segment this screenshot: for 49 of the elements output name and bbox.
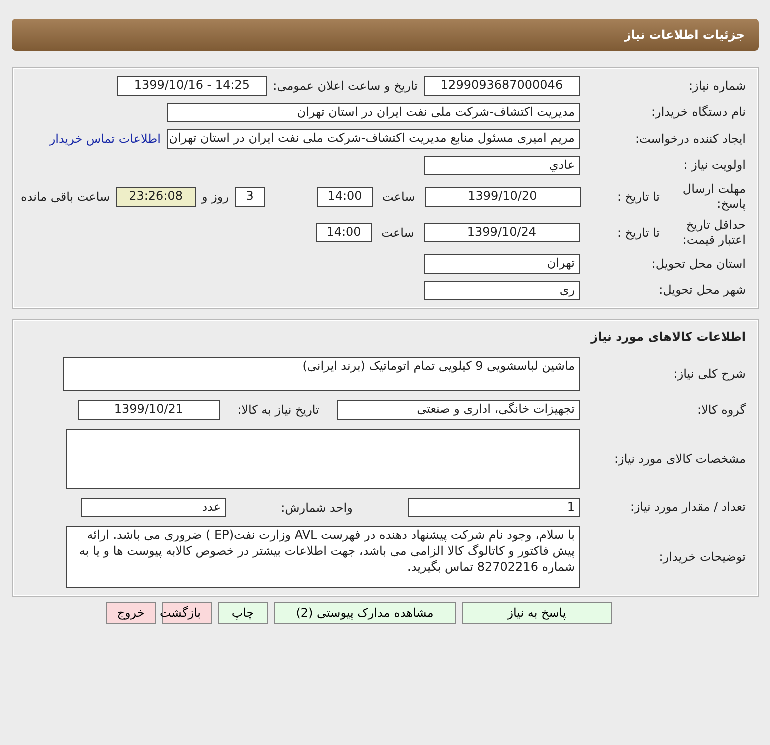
field-label: واحد شمارش: bbox=[280, 500, 354, 515]
remaining-time-field: 23:26:08 bbox=[116, 186, 196, 207]
unit-field: عدد bbox=[81, 498, 226, 518]
reply-time-field: 14:00 bbox=[317, 186, 374, 207]
field-label: روز و bbox=[202, 190, 230, 204]
field-label: مهلت ارسال پاسخ: bbox=[682, 182, 747, 212]
need-number-field: 1299093687000046 bbox=[424, 76, 580, 96]
field-label: تا تاریخ : bbox=[616, 190, 660, 204]
field-label: تعداد / مقدار مورد نیاز: bbox=[629, 500, 747, 515]
validity-time-field: 14:00 bbox=[316, 222, 372, 242]
action-button[interactable]: مشاهده مدارک پیوستی (2) bbox=[274, 602, 456, 624]
field-label: تا تاریخ : bbox=[616, 226, 660, 240]
action-button[interactable]: خروج bbox=[106, 602, 156, 624]
reply-date-field: 1399/10/20 bbox=[424, 186, 581, 207]
action-button[interactable]: چاپ bbox=[218, 602, 268, 624]
need-date-field: 1399/10/21 bbox=[78, 400, 220, 420]
field-label: گروه کالا: bbox=[696, 402, 747, 418]
action-button[interactable]: بازگشت bbox=[162, 602, 212, 624]
field-label: نام دستگاه خریدار: bbox=[650, 105, 747, 120]
requester-field: مریم امیری مسئول منابع مدیریت اکتشاف-شرکت ملی نفت ایران در استان تهران bbox=[167, 129, 580, 149]
field-label: استان محل تحویل: bbox=[650, 256, 747, 271]
field-label: توضیحات خریدار: bbox=[658, 550, 747, 564]
province-field: تهران bbox=[424, 254, 580, 274]
field-label: مشخصات کالای مورد نیاز: bbox=[613, 452, 747, 466]
action-button[interactable]: پاسخ به نیاز bbox=[462, 602, 612, 624]
days-field: 3 bbox=[235, 186, 266, 207]
field-label: شماره نیاز: bbox=[688, 78, 747, 93]
field-label: شهر محل تحویل: bbox=[658, 283, 747, 298]
field-label: ساعت bbox=[380, 226, 416, 240]
priority-field: عادي bbox=[424, 156, 580, 176]
page-header: جزئیات اطلاعات نیاز bbox=[12, 19, 759, 51]
section-title: اطلاعات کالاهای مورد نیاز bbox=[590, 329, 747, 346]
field-label: حداقل تاریخ اعتبار قیمت: bbox=[682, 218, 747, 247]
city-field: ری bbox=[424, 280, 580, 300]
field-label: تاریخ نیاز به کالا: bbox=[236, 402, 320, 417]
field-label: ساعت باقی مانده bbox=[21, 190, 110, 204]
field-label: تاریخ و ساعت اعلان عمومی: bbox=[273, 78, 418, 93]
description-field: ماشین لباسشویی 9 کیلویی تمام اتوماتیک (برند ایرانی) bbox=[63, 357, 580, 392]
field-label: ایجاد کننده درخواست: bbox=[634, 132, 747, 146]
buyer-contact-link[interactable]: اطلاعات تماس خریدار bbox=[50, 132, 161, 146]
quantity-field: 1 bbox=[408, 498, 580, 518]
field-label: ساعت bbox=[382, 190, 416, 204]
announce-date-field: 1399/10/16 - 14:25 bbox=[117, 76, 268, 96]
validity-date-field: 1399/10/24 bbox=[424, 222, 580, 242]
goods-group-field: تجهیزات خانگی، اداری و صنعتی bbox=[337, 400, 580, 420]
buyer-notes-field: با سلام، وجود نام شرکت پیشنهاد دهنده در فهرست AVL وزارت نفت(EP ) ضروری می باشد. ارائه پیش فاکتور و کاتالوگ کالا الزامی می باشد، جهت اطلاعات بیشتر در خصوص کالابه پیوست ها و یا به شماره 82702216 تماس بگیرید. bbox=[66, 526, 580, 588]
field-label: اولویت نیاز : bbox=[682, 158, 747, 173]
buyer-org-field: مدیریت اکتشاف-شرکت ملی نفت ایران در استان تهران bbox=[167, 102, 580, 122]
field-label: شرح کلی نیاز: bbox=[672, 366, 747, 382]
